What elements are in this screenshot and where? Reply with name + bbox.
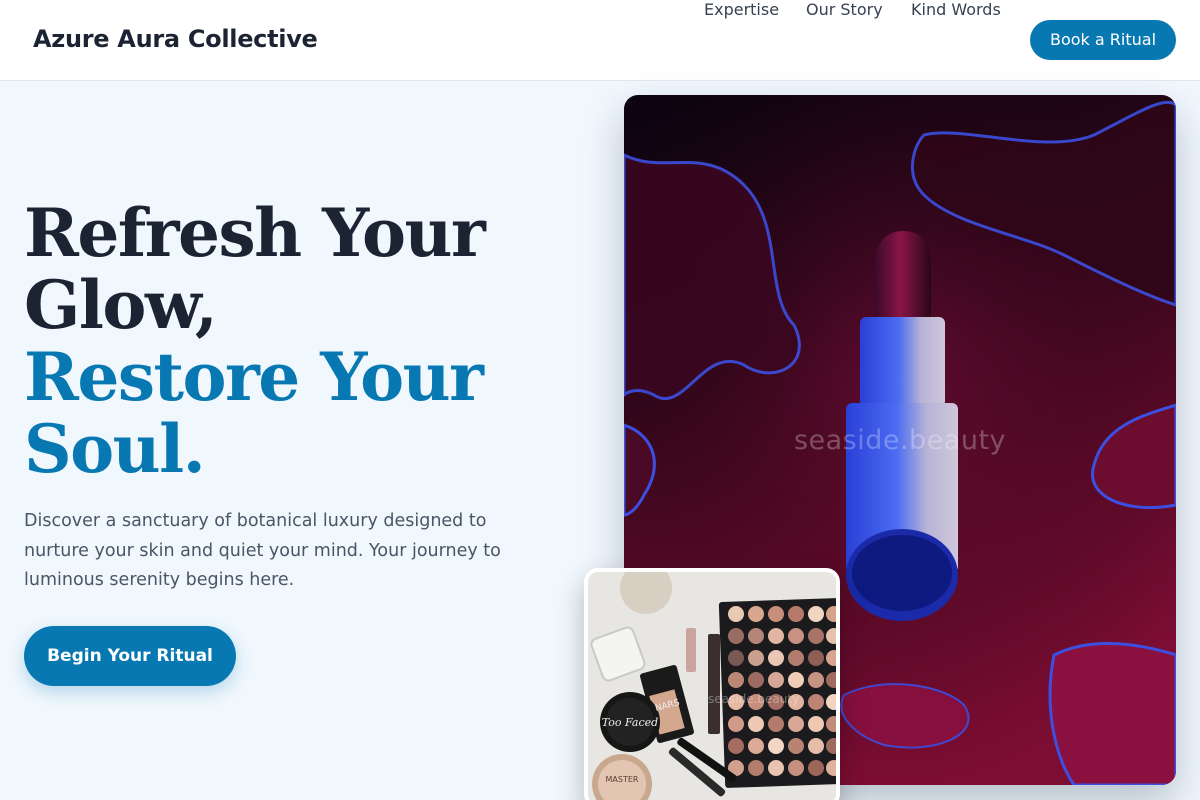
nav-our-story[interactable]: Our Story <box>806 0 883 19</box>
hero-description: Discover a sanctuary of botanical luxury… <box>24 511 501 590</box>
brand-logo[interactable]: Azure Aura Collective <box>33 25 318 53</box>
headline-line-4: Soul. <box>24 410 206 488</box>
headline-line-2: Glow, <box>24 266 218 344</box>
compact-label-2: MASTER <box>606 775 639 784</box>
makeup-flatlay-image: Too Faced MASTER NARS seaside.beauty <box>584 568 840 800</box>
nav-expertise[interactable]: Expertise <box>704 0 779 19</box>
headline-line-1: Refresh Your <box>24 194 486 272</box>
hero-headline: Refresh Your Glow, Restore Your Soul. <box>24 197 584 485</box>
sub-image-watermark: seaside.beauty <box>708 692 800 706</box>
compact-label-1: Too Faced <box>602 716 658 729</box>
site-header: Azure Aura Collective Expertise Our Stor… <box>0 0 1200 81</box>
main-image-watermark: seaside.beauty <box>793 425 1007 456</box>
makeup-illustration: Too Faced MASTER NARS <box>588 572 836 800</box>
begin-ritual-button[interactable]: Begin Your Ritual <box>24 626 236 686</box>
headline-line-3: Restore Your <box>24 338 484 416</box>
book-ritual-button[interactable]: Book a Ritual <box>1030 20 1176 60</box>
nav-kind-words[interactable]: Kind Words <box>911 0 1001 19</box>
